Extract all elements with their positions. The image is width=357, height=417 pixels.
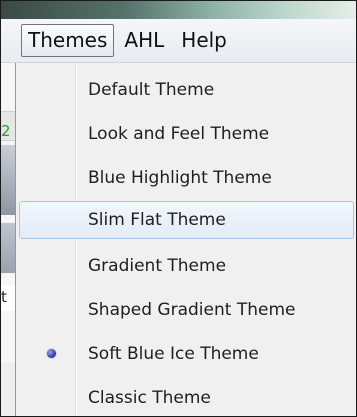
menu-item-slim-flat-theme[interactable]: Slim Flat Theme — [19, 201, 354, 239]
radio-dot-icon — [47, 349, 56, 358]
menu-item-soft-blue-ice-theme[interactable]: Soft Blue Ice Theme — [19, 335, 354, 373]
background-text-fragment: 2 — [1, 122, 11, 140]
menu-item-shaped-gradient-theme[interactable]: Shaped Gradient Theme — [19, 291, 354, 329]
menu-themes[interactable]: Themes — [21, 24, 115, 57]
background-panel — [1, 145, 15, 215]
themes-dropdown-menu: Default Theme Look and Feel Theme Blue H… — [15, 63, 356, 416]
menu-item-gradient-theme[interactable]: Gradient Theme — [19, 247, 354, 285]
menu-help[interactable]: Help — [174, 24, 234, 57]
menu-item-classic-theme[interactable]: Classic Theme — [19, 379, 354, 416]
application-window: Themes AHL Help 2 t Default Theme Look a… — [0, 0, 357, 417]
background-panel — [1, 223, 15, 273]
menu-ahl[interactable]: AHL — [117, 24, 171, 57]
menu-item-look-and-feel-theme[interactable]: Look and Feel Theme — [19, 115, 354, 153]
menu-item-label: Gradient Theme — [88, 256, 227, 276]
window-titlebar[interactable] — [1, 1, 356, 19]
background-text-fragment: t — [1, 288, 7, 306]
menu-bar: Themes AHL Help — [1, 19, 356, 63]
menu-item-label: Slim Flat Theme — [88, 210, 226, 230]
menu-item-label: Default Theme — [88, 80, 215, 100]
menu-item-label: Blue Highlight Theme — [88, 168, 272, 188]
menu-item-default-theme[interactable]: Default Theme — [19, 71, 354, 109]
background-window-fragment: 2 t — [1, 63, 15, 416]
menu-item-label: Soft Blue Ice Theme — [88, 344, 259, 364]
menu-item-blue-highlight-theme[interactable]: Blue Highlight Theme — [19, 159, 354, 197]
menu-item-label: Shaped Gradient Theme — [88, 300, 296, 320]
background-panel — [1, 363, 15, 416]
menu-item-label: Classic Theme — [88, 388, 211, 408]
menu-item-label: Look and Feel Theme — [88, 124, 270, 144]
